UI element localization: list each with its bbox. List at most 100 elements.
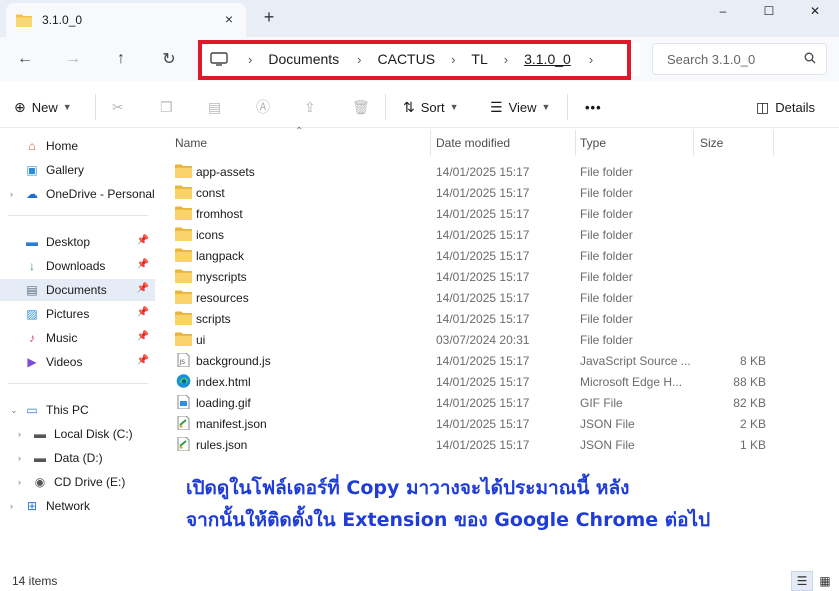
chevron-right-icon[interactable]: › xyxy=(10,189,13,199)
sidebar-item-label: Pictures xyxy=(46,307,90,321)
plus-icon: ⊕ xyxy=(14,98,26,115)
close-icon[interactable]: × xyxy=(222,12,236,26)
column-name[interactable]: Name xyxy=(175,136,207,150)
share-button[interactable]: ⇪ xyxy=(304,94,322,120)
sort-ascending-icon: ⌃ xyxy=(295,126,304,137)
file-date-modified: 14/01/2025 15:17 xyxy=(436,165,530,179)
sidebar-item-cd-drive[interactable]: › ◉ CD Drive (E:) xyxy=(0,471,155,493)
chevron-right-icon[interactable]: › xyxy=(18,477,21,487)
chevron-down-icon: ▼ xyxy=(541,102,551,112)
sidebar-item-desktop[interactable]: ▬ Desktop 📌 xyxy=(0,231,155,253)
chevron-down-icon[interactable]: ⌄ xyxy=(10,405,18,416)
column-size[interactable]: Size xyxy=(700,136,723,150)
file-row[interactable]: resources 14/01/2025 15:17 File folder xyxy=(165,287,785,308)
chevron-right-icon[interactable]: › xyxy=(10,501,13,511)
sidebar-item-label: Gallery xyxy=(46,163,85,177)
sidebar-item-home[interactable]: ⌂ Home xyxy=(0,135,155,157)
column-resize-handle[interactable] xyxy=(575,130,576,156)
sidebar-item-gallery[interactable]: ▣ Gallery xyxy=(0,159,155,181)
sidebar-item-data-drive[interactable]: › ▬ Data (D:) xyxy=(0,447,155,469)
file-row[interactable]: icons 14/01/2025 15:17 File folder xyxy=(165,224,785,245)
file-row[interactable]: index.html 14/01/2025 15:17 Microsoft Edge… xyxy=(165,371,785,392)
file-type: File folder xyxy=(580,207,633,221)
sort-button[interactable]: ⇅ Sort ▼ xyxy=(403,94,459,120)
sidebar-item-local-disk[interactable]: › ▬ Local Disk (C:) xyxy=(0,423,155,445)
file-row[interactable]: JS background.js 14/01/2025 15:17 JavaScrip… xyxy=(165,350,785,371)
file-row[interactable]: ui 03/07/2024 20:31 File folder xyxy=(165,329,785,350)
minimize-button[interactable]: – xyxy=(700,0,746,22)
view-button[interactable]: ☰ View ▼ xyxy=(490,94,550,120)
file-name: icons xyxy=(196,228,225,242)
column-resize-handle[interactable] xyxy=(430,130,431,156)
picture-icon: ▨ xyxy=(26,307,38,321)
tab-current[interactable]: 3.1.0_0 × xyxy=(6,3,246,37)
gallery-icon: ▣ xyxy=(26,163,38,177)
search-box[interactable] xyxy=(652,43,827,75)
details-pane-button[interactable]: ◫ Details xyxy=(756,94,815,120)
network-icon: ⊞ xyxy=(26,499,38,513)
forward-button[interactable]: → xyxy=(61,47,85,71)
sidebar-item-music[interactable]: ♪ Music 📌 xyxy=(0,327,155,349)
sidebar-item-label: Home xyxy=(46,139,79,153)
image-file-icon xyxy=(175,394,192,410)
tiles-view-button[interactable]: ▦ xyxy=(814,571,836,591)
instruction-annotation: เปิดดูในโฟล์เดอร์ที่ Copy มาวางจะได้ประม… xyxy=(186,472,806,536)
file-row[interactable]: manifest.json 14/01/2025 15:17 JSON File 2 … xyxy=(165,413,785,434)
command-bar: ⊕ New ▼ ✂ ❐ ▤ Ⓐ ⇪ 🗑 ⇅ Sort ▼ ☰ View ▼ ••… xyxy=(0,86,839,128)
back-button[interactable]: ← xyxy=(13,47,37,71)
paste-button[interactable]: ▤ xyxy=(208,94,227,120)
tiles-view-icon: ▦ xyxy=(819,574,831,588)
sidebar-item-onedrive[interactable]: › ☁ OneDrive - Personal xyxy=(0,183,155,205)
search-input[interactable] xyxy=(667,51,797,67)
file-row[interactable]: scripts 14/01/2025 15:17 File folder xyxy=(165,308,785,329)
sidebar-item-downloads[interactable]: ↓ Downloads 📌 xyxy=(0,255,155,277)
folder-icon xyxy=(16,14,32,27)
file-date-modified: 14/01/2025 15:17 xyxy=(436,375,530,389)
sidebar-item-documents[interactable]: ▤ Documents 📌 xyxy=(0,279,155,301)
file-date-modified: 14/01/2025 15:17 xyxy=(436,354,530,368)
file-name: scripts xyxy=(196,312,231,326)
sort-label: Sort xyxy=(420,99,445,115)
maximize-button[interactable]: ☐ xyxy=(746,0,792,22)
refresh-button[interactable]: ↻ xyxy=(157,47,181,71)
column-date-modified[interactable]: Date modified xyxy=(436,136,510,150)
new-tab-button[interactable]: + xyxy=(260,8,278,26)
pin-icon: 📌 xyxy=(136,259,149,270)
file-row[interactable]: myscripts 14/01/2025 15:17 File folder xyxy=(165,266,785,287)
divider xyxy=(8,383,148,384)
annotation-line-2: จากนั้นให้ติดตั้งใน Extension ของ Google… xyxy=(186,509,711,531)
file-row[interactable]: fromhost 14/01/2025 15:17 File folder xyxy=(165,203,785,224)
new-button[interactable]: ⊕ New ▼ xyxy=(14,94,72,120)
sidebar-item-label: OneDrive - Personal xyxy=(46,187,155,201)
chevron-right-icon[interactable]: › xyxy=(18,429,21,439)
delete-button[interactable]: 🗑 xyxy=(352,94,376,120)
file-date-modified: 14/01/2025 15:17 xyxy=(436,207,530,221)
pin-icon: 📌 xyxy=(136,331,149,342)
copy-button[interactable]: ❐ xyxy=(160,94,179,120)
column-type[interactable]: Type xyxy=(580,136,606,150)
details-view-button[interactable]: ☰ xyxy=(791,571,813,591)
file-type: File folder xyxy=(580,249,633,263)
up-button[interactable]: ↑ xyxy=(109,47,133,71)
sidebar-item-this-pc[interactable]: ⌄ ▭ This PC xyxy=(0,399,155,421)
file-row[interactable]: app-assets 14/01/2025 15:17 File folder xyxy=(165,161,785,182)
file-row[interactable]: langpack 14/01/2025 15:17 File folder xyxy=(165,245,785,266)
file-row[interactable]: rules.json 14/01/2025 15:17 JSON File 1 KB xyxy=(165,434,785,455)
column-resize-handle[interactable] xyxy=(693,130,694,156)
details-label: Details xyxy=(775,99,815,115)
svg-text:JS: JS xyxy=(179,359,186,366)
column-resize-handle[interactable] xyxy=(773,130,774,156)
search-icon xyxy=(804,52,816,64)
more-options-button[interactable]: ••• xyxy=(585,94,602,120)
rename-button[interactable]: Ⓐ xyxy=(256,94,276,120)
close-window-button[interactable]: ✕ xyxy=(792,0,838,22)
sidebar-item-videos[interactable]: ▶ Videos 📌 xyxy=(0,351,155,373)
sidebar-item-network[interactable]: › ⊞ Network xyxy=(0,495,155,517)
chevron-right-icon[interactable]: › xyxy=(18,453,21,463)
cut-button[interactable]: ✂ xyxy=(112,94,130,120)
file-name: resources xyxy=(196,291,249,305)
file-row[interactable]: const 14/01/2025 15:17 File folder xyxy=(165,182,785,203)
javascript-file-icon: JS xyxy=(175,352,192,368)
file-row[interactable]: loading.gif 14/01/2025 15:17 GIF File 82 KB xyxy=(165,392,785,413)
sidebar-item-pictures[interactable]: ▨ Pictures 📌 xyxy=(0,303,155,325)
